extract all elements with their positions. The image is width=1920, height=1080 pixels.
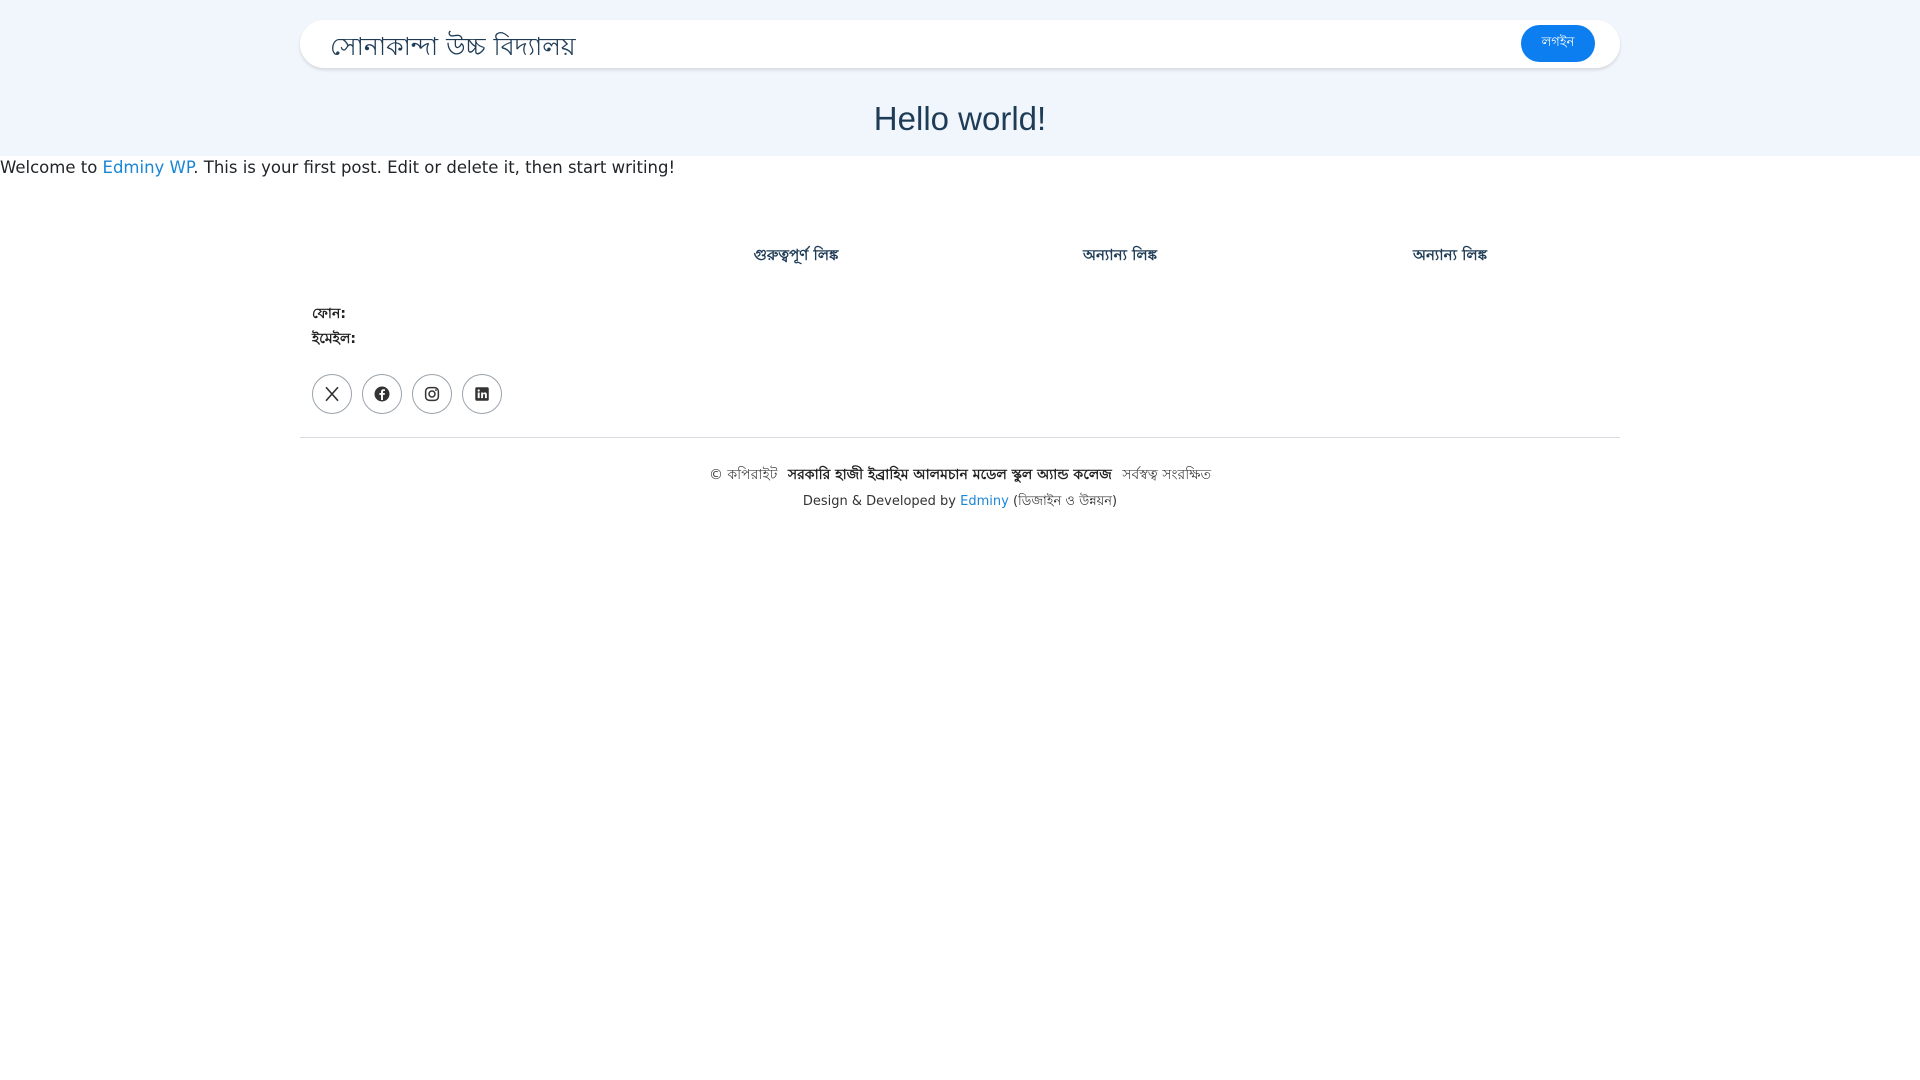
footer-heading-other-links-2: অন্যান্য লিঙ্ক — [1412, 246, 1488, 264]
facebook-icon — [374, 386, 390, 402]
x-link[interactable] — [312, 374, 352, 414]
footer-heading-important-links: গুরুত্বপূর্ণ লিঙ্ক — [753, 246, 839, 264]
site-title[interactable]: সোনাকান্দা উচ্চ বিদ্যালয় — [330, 27, 576, 70]
login-button[interactable]: লগইন — [1521, 25, 1595, 62]
instagram-link[interactable] — [412, 374, 452, 414]
post-text-before: Welcome to — [0, 158, 103, 177]
credit-suffix: (ডিজাইন ও উন্নয়ন) — [1012, 494, 1118, 509]
copyright-prefix: © কপিরাইট — [708, 467, 778, 483]
email-label: ইমেইল: — [312, 331, 356, 347]
edminy-wp-link[interactable]: Edminy WP — [103, 158, 194, 177]
linkedin-icon — [475, 387, 489, 401]
footer-divider — [300, 437, 1620, 438]
instagram-icon — [424, 386, 440, 402]
rights-reserved: সর্বস্বত্ব সংরক্ষিত — [1122, 467, 1212, 483]
edminy-link[interactable]: Edminy — [960, 494, 1009, 509]
social-links — [312, 374, 502, 414]
organization-name: সরকারি হাজী ইব্রাহিম আলমচান মডেল স্কুল অ… — [787, 467, 1112, 483]
facebook-link[interactable] — [362, 374, 402, 414]
developer-credit: Design & Developed by Edminy (ডিজাইন ও উ… — [0, 492, 1920, 513]
linkedin-link[interactable] — [462, 374, 502, 414]
post-content: Welcome to Edminy WP. This is your first… — [0, 156, 675, 180]
top-navbar: সোনাকান্দা উচ্চ বিদ্যালয় লগইন — [300, 20, 1620, 68]
post-text-after: . This is your first post. Edit or delet… — [193, 158, 676, 177]
credit-prefix: Design & Developed by — [802, 494, 956, 509]
x-icon — [325, 386, 339, 402]
page-title: Hello world! — [873, 100, 1047, 137]
footer-heading-other-links-1: অন্যান্য লিঙ্ক — [1082, 246, 1158, 264]
copyright-line: © কপিরাইট সরকারি হাজী ইব্রাহিম আলমচান মড… — [0, 463, 1920, 487]
phone-label: ফোন: — [312, 306, 346, 322]
